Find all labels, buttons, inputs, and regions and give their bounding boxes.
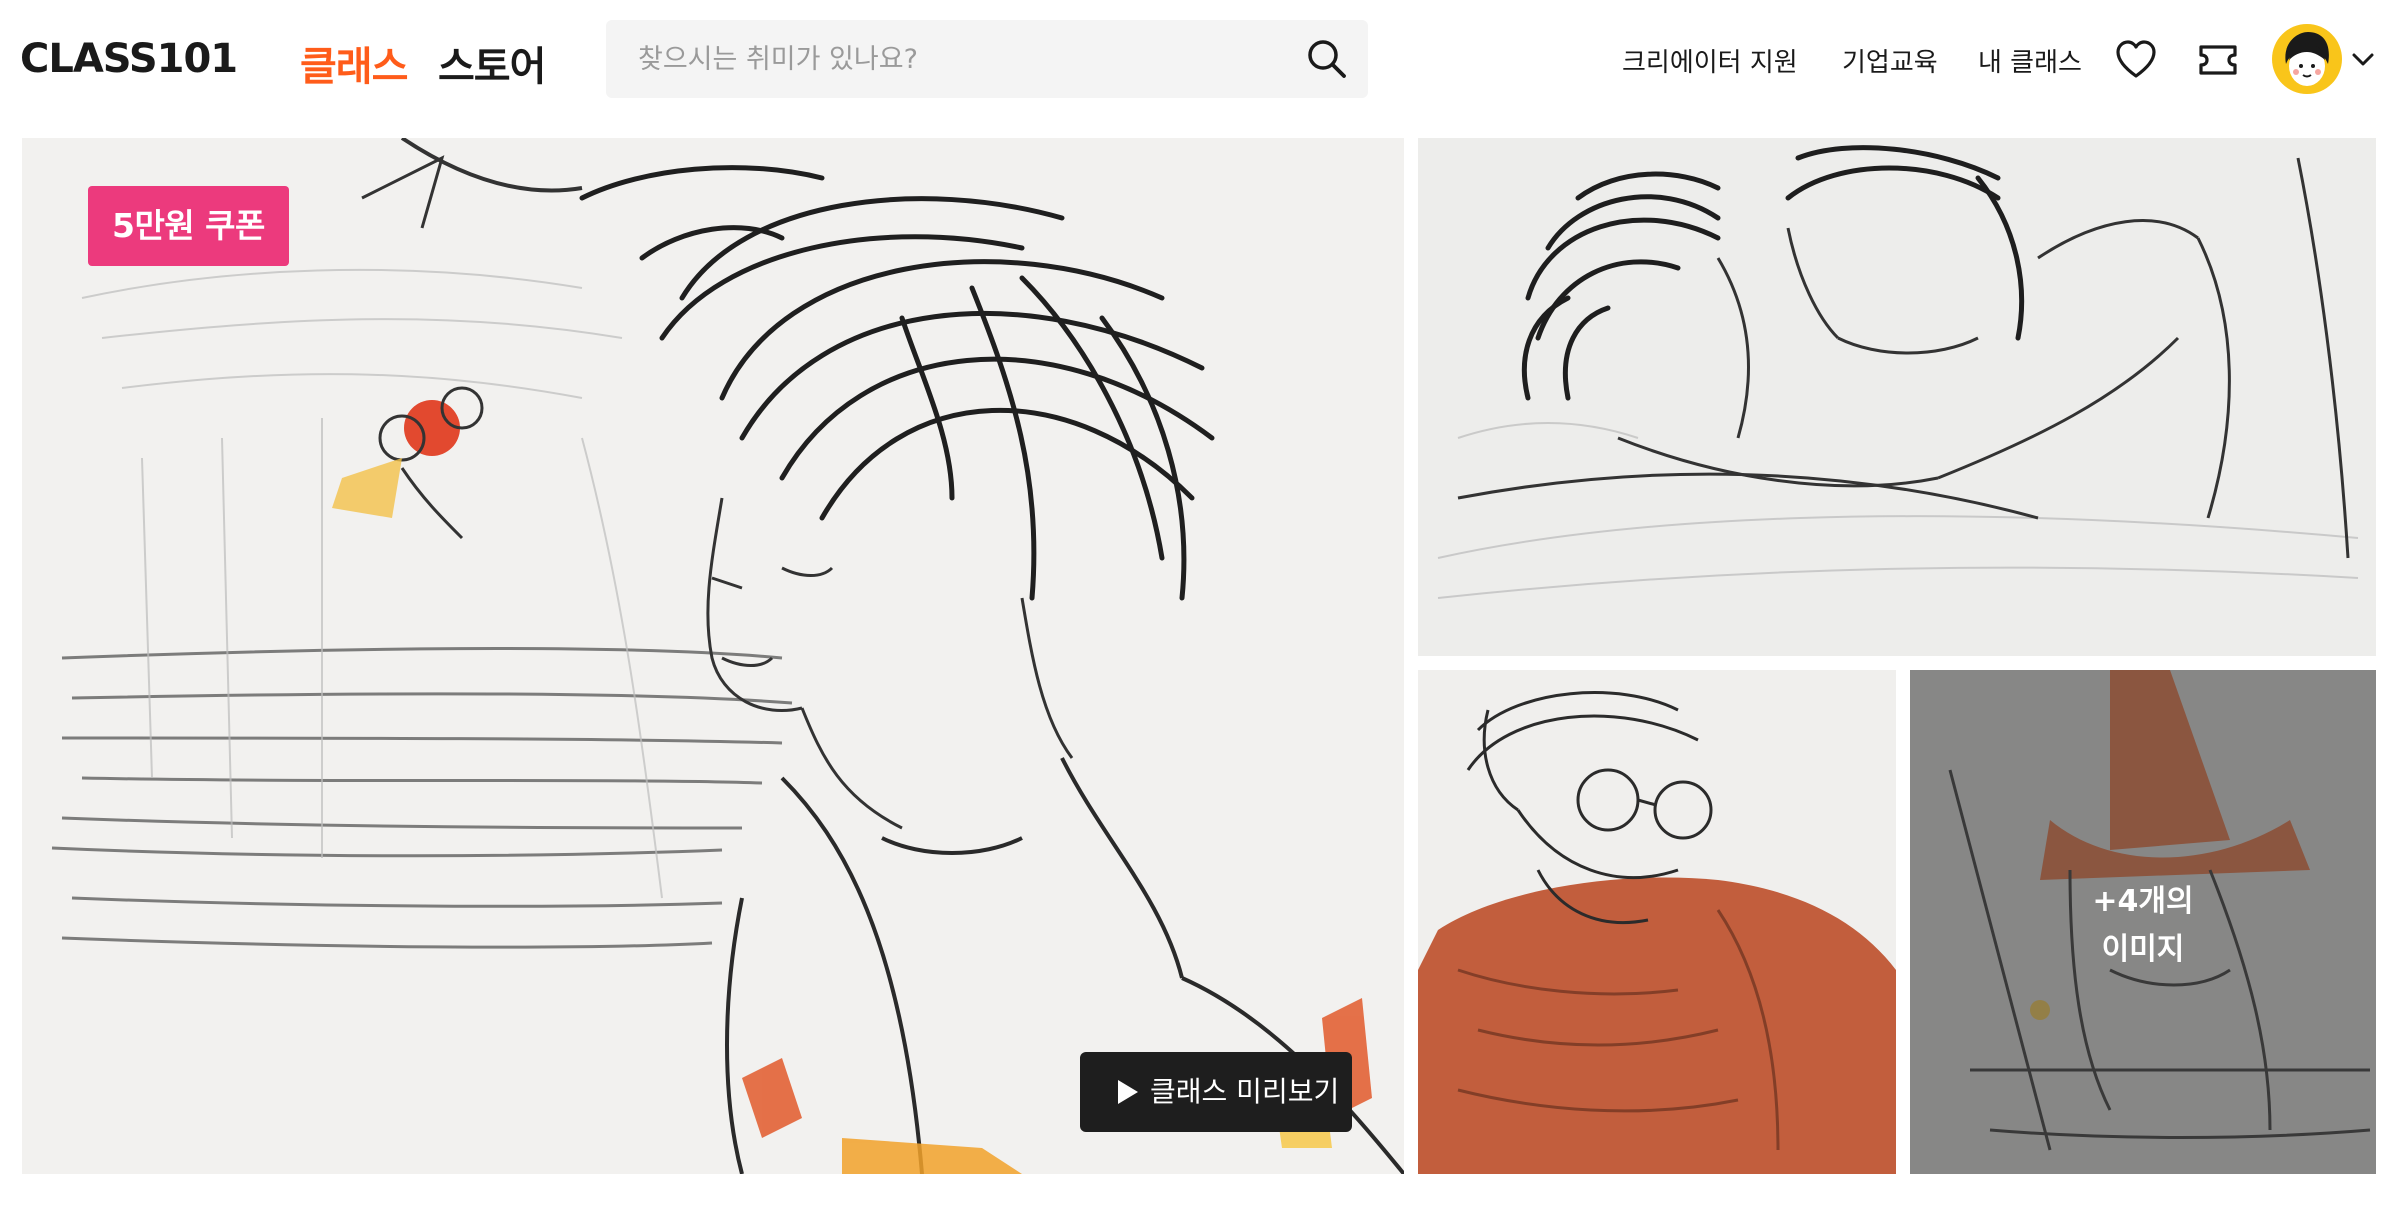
gallery-image-3[interactable] xyxy=(1418,670,1896,1174)
class-preview-button[interactable]: 클래스 미리보기 xyxy=(1080,1052,1352,1132)
gallery-more-images[interactable]: +4개의 이미지 xyxy=(1910,670,2376,1174)
tab-classes[interactable]: 클래스 xyxy=(300,34,408,92)
class-preview-label: 클래스 미리보기 xyxy=(1150,1075,1340,1108)
ticket-icon[interactable] xyxy=(2196,38,2240,82)
main-class-image[interactable]: 5만원 쿠폰 클래스 미리보기 xyxy=(22,138,1404,1174)
more-images-word: 이미지 xyxy=(2101,932,2185,967)
corporate-education-link[interactable]: 기업교육 xyxy=(1842,42,1938,79)
boy-sketch-illustration xyxy=(22,138,1404,1174)
creator-support-link[interactable]: 크리에이터 지원 xyxy=(1622,42,1798,79)
tab-store[interactable]: 스토어 xyxy=(438,34,546,92)
search-input[interactable] xyxy=(606,20,1296,98)
coupon-badge: 5만원 쿠폰 xyxy=(88,186,289,266)
chevron-down-icon[interactable] xyxy=(2350,46,2376,72)
more-images-count: +4개의 xyxy=(2092,884,2194,919)
woman-glasses-sketch-illustration xyxy=(1418,670,1896,1174)
avatar-face-icon xyxy=(2285,32,2329,86)
avatar[interactable] xyxy=(2272,24,2342,94)
top-header: CLASS101 클래스 스토어 크리에이터 지원 기업교육 내 클래스 xyxy=(0,0,2398,122)
play-icon xyxy=(1118,1080,1138,1104)
class-image-gallery: 5만원 쿠폰 클래스 미리보기 +4개의 이미지 xyxy=(0,136,2398,1176)
gallery-image-2[interactable] xyxy=(1418,138,2376,656)
couple-sketch-illustration xyxy=(1418,138,2376,656)
more-images-label: +4개의 이미지 xyxy=(1910,878,2376,974)
class101-logo[interactable]: CLASS101 xyxy=(20,36,238,82)
heart-icon[interactable] xyxy=(2114,38,2158,82)
search-bar xyxy=(606,20,1368,98)
my-classes-link[interactable]: 내 클래스 xyxy=(1978,42,2082,79)
search-icon[interactable] xyxy=(1304,36,1350,82)
